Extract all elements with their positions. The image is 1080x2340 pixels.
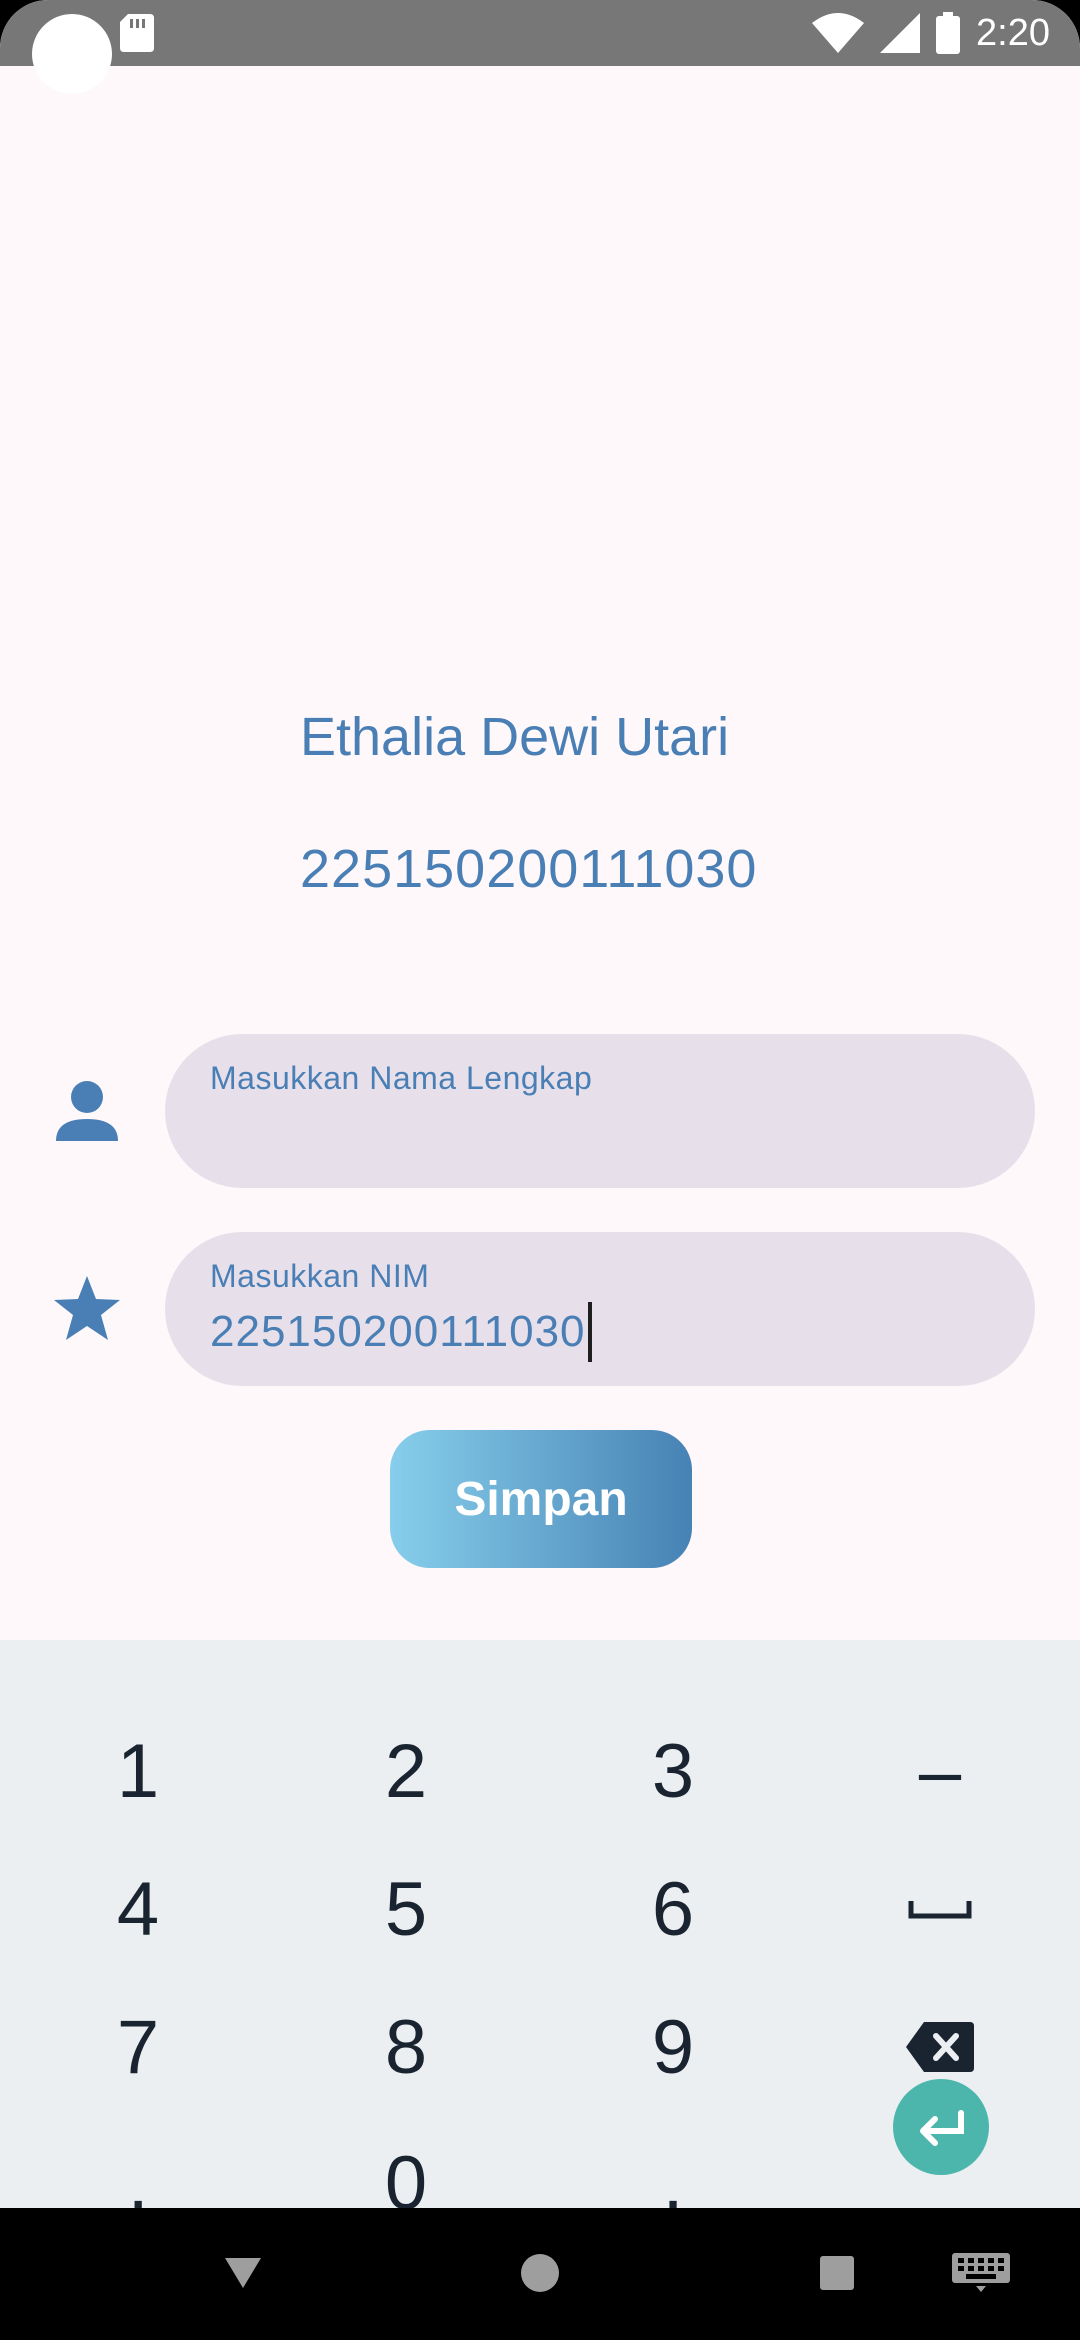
nim-field-label: Masukkan NIM bbox=[210, 1258, 430, 1294]
key-1[interactable]: 1 bbox=[3, 1702, 273, 1840]
key-8[interactable]: 8 bbox=[271, 1978, 541, 2116]
signal-icon bbox=[880, 13, 921, 53]
key-6[interactable]: 6 bbox=[538, 1840, 808, 1978]
sd-card-icon bbox=[120, 14, 154, 52]
nim-field-value-wrap: 225150200111030 bbox=[210, 1302, 592, 1362]
star-icon bbox=[54, 1276, 120, 1340]
key-2[interactable]: 2 bbox=[271, 1702, 541, 1840]
key-5[interactable]: 5 bbox=[271, 1840, 541, 1978]
battery-icon bbox=[936, 12, 961, 54]
nim-field-value: 225150200111030 bbox=[210, 1307, 586, 1356]
enter-icon bbox=[920, 2110, 964, 2146]
profile-name: Ethalia Dewi Utari bbox=[300, 707, 730, 767]
status-bar: 2:20 bbox=[0, 0, 1080, 66]
key-space[interactable] bbox=[805, 1840, 1075, 1978]
key-3[interactable]: 3 bbox=[538, 1702, 808, 1840]
save-button[interactable]: Simpan bbox=[390, 1430, 692, 1568]
name-field[interactable]: Masukkan Nama Lengkap bbox=[165, 1034, 1035, 1188]
nav-home-button[interactable] bbox=[505, 2238, 575, 2308]
status-icons: 2:20 bbox=[812, 10, 1050, 56]
nav-back-button[interactable] bbox=[208, 2238, 278, 2308]
status-time: 2:20 bbox=[976, 11, 1050, 54]
key-7[interactable]: 7 bbox=[3, 1978, 273, 2116]
keyboard-switch-icon bbox=[952, 2253, 1010, 2292]
wifi-icon bbox=[812, 13, 865, 53]
key-dash[interactable]: – bbox=[805, 1702, 1075, 1840]
space-icon bbox=[908, 1901, 972, 1919]
name-field-label: Masukkan Nama Lengkap bbox=[210, 1060, 593, 1096]
key-4[interactable]: 4 bbox=[3, 1840, 273, 1978]
back-icon bbox=[225, 2258, 261, 2288]
profile-nim: 225150200111030 bbox=[300, 839, 758, 899]
numeric-keyboard: 1 2 3 – 4 5 6 7 8 9 , 0 . bbox=[0, 1640, 1080, 2226]
camera-cutout bbox=[32, 14, 112, 94]
person-icon bbox=[56, 1081, 118, 1141]
nim-field[interactable]: Masukkan NIM 225150200111030 bbox=[165, 1232, 1035, 1386]
key-9[interactable]: 9 bbox=[538, 1978, 808, 2116]
nav-keyboard-button[interactable] bbox=[946, 2238, 1016, 2308]
nav-recents-button[interactable] bbox=[802, 2238, 872, 2308]
backspace-icon bbox=[906, 2022, 974, 2072]
recents-icon bbox=[820, 2256, 854, 2290]
app-screen: 2:20 Ethalia Dewi Utari 225150200111030 … bbox=[0, 0, 1080, 2340]
navigation-bar bbox=[0, 2208, 1080, 2340]
text-caret bbox=[587, 1302, 592, 1362]
key-enter[interactable] bbox=[893, 2079, 989, 2175]
home-icon bbox=[521, 2254, 559, 2292]
